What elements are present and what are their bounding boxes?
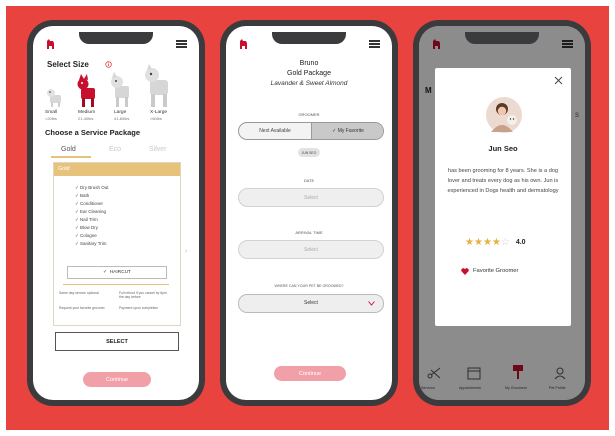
arrival-label: ARRIVAL TIME <box>295 230 323 235</box>
favorite-groomer[interactable]: Favorite Groomer <box>461 266 518 276</box>
scent-name: Lavander & Sweet Almond <box>270 80 348 87</box>
tab-eco[interactable]: Eco <box>109 146 121 153</box>
package-card: Gold <box>53 162 181 326</box>
continue-button[interactable]: Continue <box>83 372 151 387</box>
size-medium[interactable]: Medium 21-40lbs <box>78 110 95 122</box>
package-card-header: Gold <box>54 163 180 176</box>
medium-dog-icon[interactable] <box>75 74 99 108</box>
date-label: DATE <box>303 178 315 183</box>
tab-gold-underline <box>51 156 91 158</box>
service-item: ✓ Sanitary Trim <box>75 241 107 246</box>
location-select-value: Select <box>304 300 318 306</box>
divider <box>63 284 169 285</box>
location-select[interactable]: Select <box>238 294 384 313</box>
favorite-groomer-label: Favorite Groomer <box>473 268 519 274</box>
screen-booking-details: Bruno Gold Package Lavander & Sweet Almo… <box>226 26 392 400</box>
note-same-day: Same day service optional <box>59 291 99 295</box>
date-input[interactable]: Select <box>238 188 384 207</box>
haircut-addon-label: HAIRCUT <box>109 270 131 275</box>
select-size-title: Select Size <box>47 60 89 69</box>
groomer-option-favorite-label: My Favorite <box>337 128 364 134</box>
tab-silver[interactable]: Silver <box>149 146 167 153</box>
dog-name: Bruno <box>299 60 319 67</box>
phone-notch <box>79 32 153 44</box>
size-large-range: 41-60lbs <box>114 116 130 121</box>
star-icon: ★ <box>465 236 474 248</box>
small-dog-icon[interactable] <box>45 86 65 108</box>
groomer-modal: Jun Seo has been grooming for 8 years. S… <box>435 68 571 326</box>
info-icon[interactable] <box>105 61 112 68</box>
menu-icon[interactable] <box>369 40 380 48</box>
service-item: ✓ Blow Dry <box>75 225 99 230</box>
location-label: WHERE CAN YOUR PET BE GROOMED? <box>274 284 344 288</box>
groomer-option-favorite[interactable]: ✓ My Favorite <box>311 123 383 139</box>
groomer-option-next[interactable]: Next Available <box>239 123 311 139</box>
service-item: ✓ Conditioner <box>75 201 104 206</box>
star-icon: ★ <box>491 236 501 248</box>
service-item: ✓ Nail Trim <box>75 217 98 222</box>
xlarge-dog-icon[interactable] <box>143 64 173 108</box>
size-xlarge[interactable]: X-Large >60lbs <box>150 110 167 122</box>
size-xlarge-range: >60lbs <box>150 116 162 121</box>
screen-select-size: Select Size Small <20lbs Medium 21-40lbs… <box>33 26 199 400</box>
note-payment: Payment upon completion <box>119 306 159 310</box>
service-item: ✓ Cologne <box>75 233 97 238</box>
size-small-range: <20lbs <box>45 116 57 121</box>
groomer-chip[interactable]: JUN SEO <box>298 148 320 157</box>
large-dog-icon[interactable] <box>109 72 133 108</box>
groomer-name: Jun Seo <box>488 144 518 153</box>
package-name: Gold Package <box>287 70 331 77</box>
phone-select-size: Select Size Small <20lbs Medium 21-40lbs… <box>27 20 205 406</box>
size-small[interactable]: Small <20lbs <box>45 110 57 122</box>
heart-icon <box>461 267 469 275</box>
star-empty-icon: ☆ <box>500 236 510 248</box>
haircut-addon[interactable]: ✓ HAIRCUT <box>67 266 167 279</box>
continue-button[interactable]: Continue <box>274 366 346 381</box>
star-icon: ★ <box>482 236 492 248</box>
note-favorite: Request your favorite groomer <box>59 306 105 310</box>
tab-gold[interactable]: Gold <box>61 146 76 153</box>
service-item: ✓ Bath <box>75 193 90 198</box>
star-icon: ★ <box>473 236 483 248</box>
rating: ★ ★ ★ ★ ☆ 4.0 <box>465 236 526 248</box>
rating-value: 4.0 <box>515 238 526 246</box>
dog-logo-icon[interactable] <box>45 38 57 50</box>
service-item: ✓ Dry Brush Out <box>75 185 109 190</box>
chevron-down-icon <box>368 301 375 306</box>
phone-notch <box>272 32 346 44</box>
package-title: Choose a Service Package <box>45 128 141 137</box>
phone-booking-details: Bruno Gold Package Lavander & Sweet Almo… <box>220 20 398 406</box>
groomer-toggle: Next Available ✓ My Favorite <box>238 122 384 140</box>
phone-groomer-profile: M s Services Appointments My Groomers Pe… <box>413 20 591 406</box>
service-item: ✓ Ear Cleaning <box>75 209 107 214</box>
dog-logo-icon[interactable] <box>238 38 250 50</box>
select-button[interactable]: SELECT <box>55 332 179 351</box>
screen-groomer-profile: M s Services Appointments My Groomers Pe… <box>419 26 585 400</box>
chevron-right-icon[interactable]: › <box>185 248 187 255</box>
size-medium-range: 21-40lbs <box>78 116 94 121</box>
package-card-header-label: Gold <box>58 166 70 172</box>
groomer-avatar <box>486 97 522 133</box>
arrival-input[interactable]: Select <box>238 240 384 259</box>
phone-notch <box>465 32 539 44</box>
groomer-bio: has been grooming for 8 years. She is a … <box>447 168 559 194</box>
menu-icon[interactable] <box>176 40 187 48</box>
note-refund: Full refund if you cancel by 6pm the day… <box>119 291 167 299</box>
canvas: Select Size Small <20lbs Medium 21-40lbs… <box>0 0 615 436</box>
groomer-label: GROOMER <box>298 112 320 117</box>
size-large[interactable]: Large 41-60lbs <box>114 110 129 122</box>
close-icon[interactable] <box>554 76 563 85</box>
